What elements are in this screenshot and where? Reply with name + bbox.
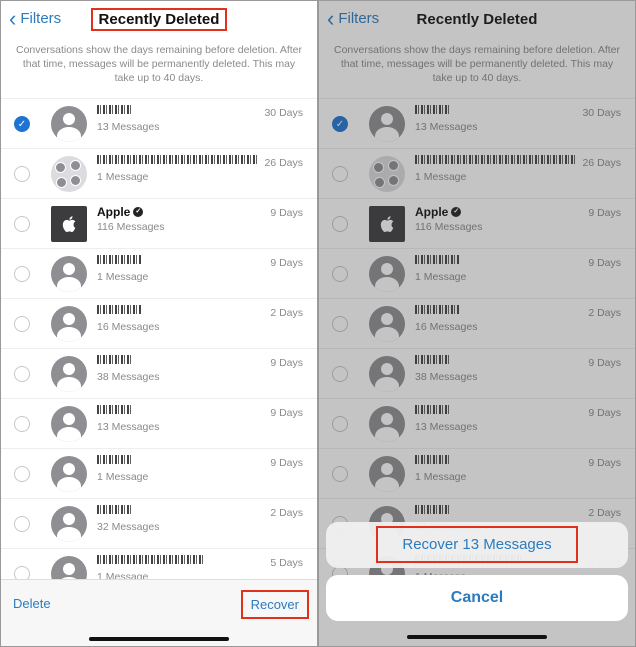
message-count: 116 Messages [97,221,165,233]
delete-button[interactable]: Delete [13,596,51,611]
redacted-name [97,405,133,414]
conversation-row[interactable]: 1 Message 9 Days [1,448,317,498]
contact-name-text: Apple [97,205,131,219]
select-checkbox[interactable] [14,166,30,182]
redacted-name [97,105,133,114]
message-count: 13 Messages [97,421,160,433]
contact-name [97,255,141,264]
contact-name: Apple ✓ [97,205,144,219]
redacted-name [97,355,133,364]
redacted-name [97,155,257,164]
contact-name [97,105,133,114]
contact-avatar [51,356,87,392]
group-avatar [51,156,87,192]
recently-deleted-screen: ‹ Filters Recently Deleted Conversations … [0,0,318,647]
contact-name [97,305,141,314]
message-count: 1 Message [97,171,149,183]
redacted-name [97,455,131,464]
message-count: 13 Messages [97,121,160,133]
message-count: 38 Messages [97,371,160,383]
page-title: Recently Deleted [1,8,317,31]
redacted-name [97,505,133,514]
redacted-name [97,555,203,564]
recover-messages-button[interactable]: Recover 13 Messages [326,522,628,568]
contact-avatar [51,256,87,292]
days-remaining: 9 Days [270,407,303,419]
apple-logo-avatar [51,206,87,242]
contact-name [97,155,257,164]
conversation-row[interactable]: 16 Messages 2 Days [1,298,317,348]
conversation-row[interactable]: 13 Messages 9 Days [1,398,317,448]
contact-name [97,555,203,564]
cancel-button[interactable]: Cancel [326,575,628,621]
select-checkbox[interactable] [14,216,30,232]
contact-name [97,505,133,514]
message-count: 32 Messages [97,521,160,533]
days-remaining: 9 Days [270,457,303,469]
contact-avatar [51,306,87,342]
bottom-toolbar: Delete Recover [1,579,317,646]
home-indicator [89,637,229,641]
days-remaining: 9 Days [270,357,303,369]
days-remaining: 26 Days [264,157,303,169]
days-remaining: 2 Days [270,307,303,319]
info-note: Conversations show the days remaining be… [16,44,302,84]
verified-badge-icon: ✓ [133,207,144,217]
days-remaining: 2 Days [270,507,303,519]
message-count: 1 Message [97,471,149,483]
contact-avatar [51,456,87,492]
redacted-name [97,305,141,314]
select-checkbox[interactable] [14,316,30,332]
message-count: 16 Messages [97,321,160,333]
days-remaining: 9 Days [270,207,303,219]
conversation-row[interactable]: 32 Messages 2 Days [1,498,317,548]
select-checkbox[interactable] [14,266,30,282]
days-remaining: 30 Days [264,107,303,119]
conversation-row[interactable]: 1 Message 26 Days [1,148,317,198]
select-checkbox[interactable]: ✓ [14,116,30,132]
contact-avatar [51,506,87,542]
contact-avatar [51,106,87,142]
nav-bar: ‹ Filters Recently Deleted [1,1,317,39]
home-indicator [407,635,547,639]
conversation-row[interactable]: 38 Messages 9 Days [1,348,317,398]
select-checkbox[interactable] [14,416,30,432]
message-count: 1 Message [97,271,149,283]
conversation-row[interactable]: 1 Message 9 Days [1,248,317,298]
conversation-row[interactable]: ✓ 13 Messages 30 Days [1,98,317,148]
select-checkbox[interactable] [14,516,30,532]
select-checkbox[interactable] [14,466,30,482]
title-text: Recently Deleted [90,8,228,31]
conversation-list: ✓ 13 Messages 30 Days 1 Message 26 Days … [1,98,317,598]
recover-button[interactable]: Recover [240,590,309,619]
conversation-row[interactable]: Apple ✓ 116 Messages 9 Days [1,198,317,248]
contact-avatar [51,406,87,442]
apple-icon [62,216,76,232]
select-checkbox[interactable] [14,366,30,382]
contact-name [97,405,133,414]
contact-name [97,455,131,464]
days-remaining: 5 Days [270,557,303,569]
recently-deleted-screen-with-sheet: ‹ Filters Recently Deleted Conversations … [318,0,636,647]
contact-name [97,355,133,364]
recover-messages-label: Recover 13 Messages [376,526,578,563]
redacted-name [97,255,141,264]
days-remaining: 9 Days [270,257,303,269]
